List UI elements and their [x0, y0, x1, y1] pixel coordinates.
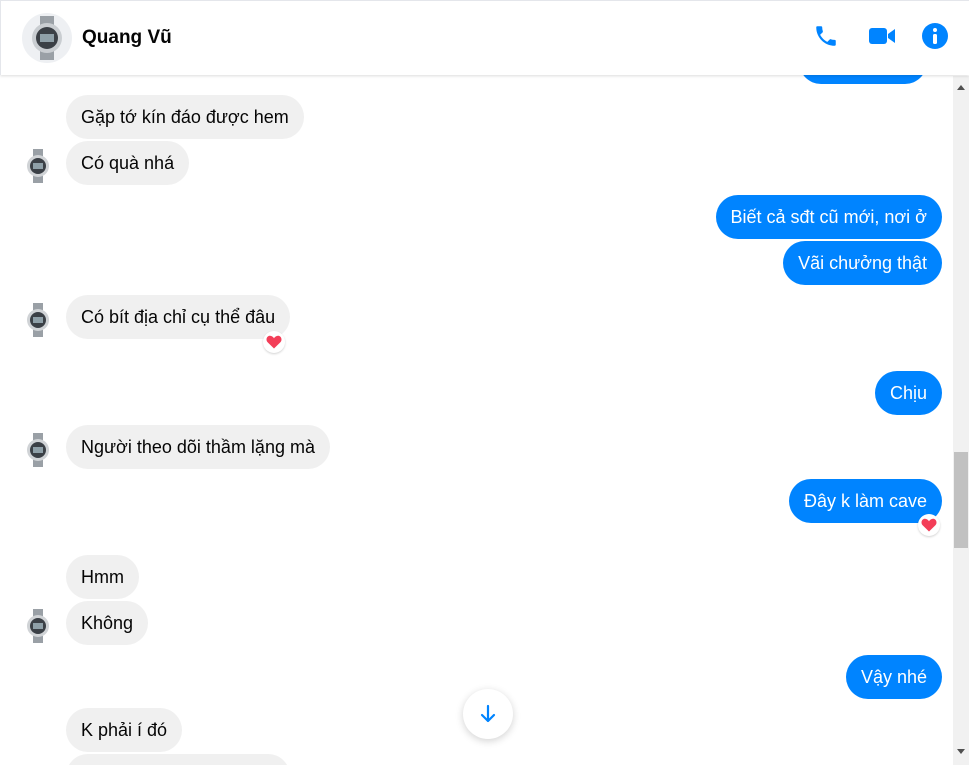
- scroll-to-bottom-button[interactable]: [463, 689, 513, 739]
- message-bubble-incoming[interactable]: Hmm: [66, 555, 139, 599]
- scroll-down-arrow-icon[interactable]: [953, 745, 969, 759]
- scrollbar-thumb[interactable]: [954, 452, 968, 548]
- message-bubble-incoming[interactable]: K phải í đó: [66, 708, 183, 752]
- message-bubble-incoming[interactable]: Có quà nhá: [66, 141, 190, 185]
- scroll-up-arrow-icon[interactable]: [953, 80, 969, 94]
- info-icon[interactable]: [920, 21, 950, 51]
- video-call-icon[interactable]: [867, 21, 897, 51]
- arrow-down-icon: [480, 704, 496, 723]
- message-bubble-incoming[interactable]: Người theo dõi thầm lặng mà: [66, 425, 330, 469]
- message-bubble-outgoing[interactable]: Biết cả sđt cũ mới, nơi ở: [715, 195, 942, 239]
- phone-call-icon[interactable]: [811, 21, 841, 51]
- heart-reaction-icon[interactable]: [918, 514, 940, 536]
- sender-avatar-icon[interactable]: [24, 149, 52, 183]
- message-bubble-outgoing[interactable]: Chịu: [874, 371, 942, 415]
- message-bubble-outgoing[interactable]: Vậy nhé: [845, 655, 942, 699]
- message-bubble-outgoing[interactable]: Đây k làm cave: [788, 479, 942, 523]
- sender-avatar-icon[interactable]: [24, 433, 52, 467]
- heart-reaction-icon[interactable]: [263, 331, 285, 353]
- sender-avatar-icon[interactable]: [24, 303, 52, 337]
- message-list[interactable]: Gặp tớ kín đáo được hem Có quà nhá Biết …: [0, 0, 955, 765]
- contact-name[interactable]: Quang Vũ: [82, 27, 172, 49]
- message-bubble-incoming[interactable]: [66, 754, 290, 765]
- message-bubble-incoming[interactable]: Gặp tớ kín đáo được hem: [66, 95, 304, 139]
- contact-avatar-icon[interactable]: [22, 13, 72, 63]
- chat-window: Gặp tớ kín đáo được hem Có quà nhá Biết …: [0, 0, 969, 765]
- message-bubble-outgoing[interactable]: Vãi chưởng thật: [783, 241, 942, 285]
- message-bubble-incoming[interactable]: Không: [66, 601, 149, 645]
- sender-avatar-icon[interactable]: [24, 609, 52, 643]
- message-bubble-incoming[interactable]: Có bít địa chỉ cụ thể đâu: [66, 295, 291, 339]
- vertical-scrollbar[interactable]: [953, 76, 969, 765]
- conversation-header: Quang Vũ: [0, 0, 969, 75]
